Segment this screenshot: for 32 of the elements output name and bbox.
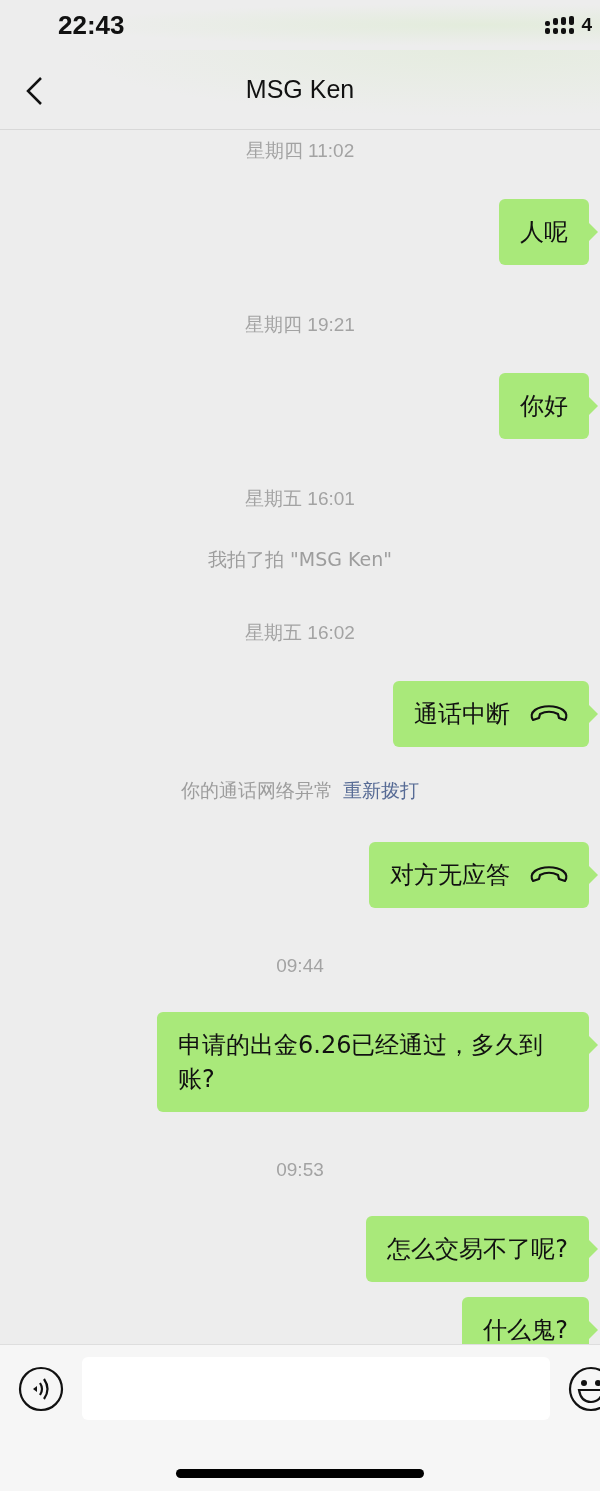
message-bubble[interactable]: 什么鬼? xyxy=(462,1297,589,1344)
back-icon[interactable] xyxy=(24,76,44,106)
emoji-icon[interactable] xyxy=(568,1365,600,1412)
bubble-tail xyxy=(589,705,598,723)
redial-link[interactable]: 重新拨打 xyxy=(343,779,419,801)
timestamp: 星期四 19:21 xyxy=(245,314,355,335)
system-notice: 我拍了拍 "MSG Ken" xyxy=(208,548,392,570)
status-time: 22:43 xyxy=(58,9,125,41)
bubble-tail xyxy=(589,1036,598,1054)
bubble-tail xyxy=(589,866,598,884)
timestamp: 星期五 16:02 xyxy=(245,622,355,643)
hang-up-icon xyxy=(530,705,568,723)
timestamp: 星期五 16:01 xyxy=(245,488,355,509)
hang-up-icon xyxy=(530,866,568,884)
timestamp: 09:44 xyxy=(276,955,324,976)
call-bubble[interactable]: 对方无应答 xyxy=(369,842,589,908)
signal-icon xyxy=(545,15,576,35)
chat-title: MSG Ken xyxy=(245,75,355,104)
bubble-tail xyxy=(589,223,598,241)
system-notice: 你的通话网络异常 重新拨打 xyxy=(181,779,419,801)
bubble-tail xyxy=(589,1321,598,1339)
network-type: 4 xyxy=(581,14,592,36)
bubble-tail xyxy=(589,397,598,415)
message-bubble[interactable]: 怎么交易不了呢? xyxy=(366,1216,589,1282)
timestamp: 09:53 xyxy=(276,1159,324,1180)
call-bubble[interactable]: 通话中断 xyxy=(393,681,589,747)
voice-icon[interactable] xyxy=(18,1365,64,1412)
timestamp: 星期四 11:02 xyxy=(245,140,355,161)
bubble-tail xyxy=(589,1240,598,1258)
message-bubble[interactable]: 你好 xyxy=(499,373,589,439)
message-bubble[interactable]: 人呢 xyxy=(499,199,589,265)
message-bubble[interactable]: 申请的出金6.26已经通过，多久到账? xyxy=(157,1012,589,1112)
